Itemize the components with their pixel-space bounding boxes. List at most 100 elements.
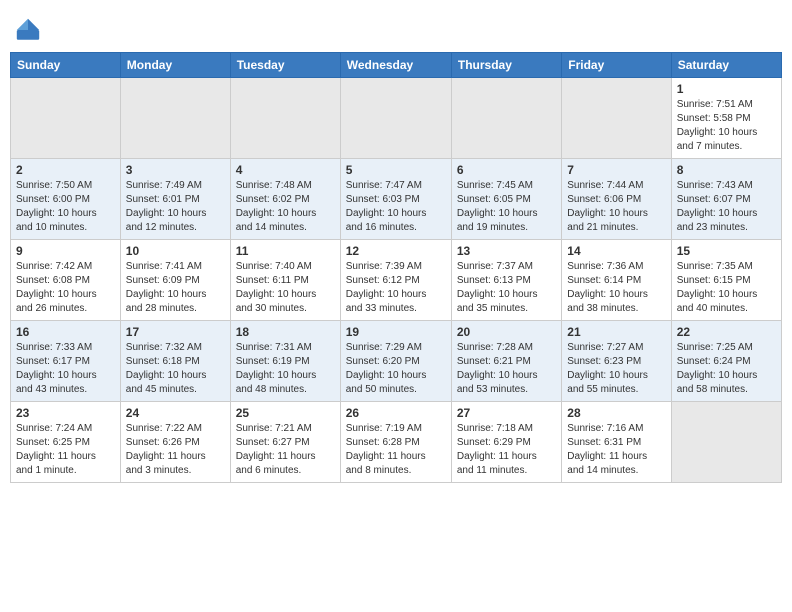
logo bbox=[14, 14, 46, 44]
day-number: 1 bbox=[677, 82, 776, 96]
day-info: Sunrise: 7:43 AM Sunset: 6:07 PM Dayligh… bbox=[677, 179, 776, 235]
day-number: 27 bbox=[457, 406, 556, 420]
calendar-cell: 3 Sunrise: 7:49 AM Sunset: 6:01 PM Daylig… bbox=[120, 159, 230, 240]
week-row: 1 Sunrise: 7:51 AM Sunset: 5:58 PM Daylig… bbox=[11, 78, 782, 159]
day-info: Sunrise: 7:19 AM Sunset: 6:28 PM Dayligh… bbox=[346, 422, 446, 478]
day-info: Sunrise: 7:50 AM Sunset: 6:00 PM Dayligh… bbox=[16, 179, 115, 235]
day-number: 25 bbox=[236, 406, 335, 420]
calendar-cell: 2Sunrise: 7:50 AM Sunset: 6:00 PM Daylig… bbox=[11, 159, 121, 240]
calendar-cell: 4 Sunrise: 7:48 AM Sunset: 6:02 PM Daylig… bbox=[230, 159, 340, 240]
day-info: Sunrise: 7:32 AM Sunset: 6:18 PM Dayligh… bbox=[126, 341, 225, 397]
calendar-cell: 21 Sunrise: 7:27 AM Sunset: 6:23 PM Dayli… bbox=[562, 321, 671, 402]
day-info: Sunrise: 7:36 AM Sunset: 6:14 PM Dayligh… bbox=[567, 260, 665, 316]
calendar-cell bbox=[120, 78, 230, 159]
day-number: 9 bbox=[16, 244, 115, 258]
day-number: 24 bbox=[126, 406, 225, 420]
calendar-cell: 16 Sunrise: 7:33 AM Sunset: 6:17 PM Dayli… bbox=[11, 321, 121, 402]
calendar-cell bbox=[562, 78, 671, 159]
day-number: 22 bbox=[677, 325, 776, 339]
calendar-cell: 27 Sunrise: 7:18 AM Sunset: 6:29 PM Dayli… bbox=[451, 402, 561, 483]
day-number: 3 bbox=[126, 163, 225, 177]
day-header-tuesday: Tuesday bbox=[230, 53, 340, 78]
calendar-cell: 28 Sunrise: 7:16 AM Sunset: 6:31 PM Dayli… bbox=[562, 402, 671, 483]
day-info: Sunrise: 7:31 AM Sunset: 6:19 PM Dayligh… bbox=[236, 341, 335, 397]
day-info: Sunrise: 7:18 AM Sunset: 6:29 PM Dayligh… bbox=[457, 422, 556, 478]
day-info: Sunrise: 7:25 AM Sunset: 6:24 PM Dayligh… bbox=[677, 341, 776, 397]
day-info: Sunrise: 7:37 AM Sunset: 6:13 PM Dayligh… bbox=[457, 260, 556, 316]
calendar-cell: 12 Sunrise: 7:39 AM Sunset: 6:12 PM Dayli… bbox=[340, 240, 451, 321]
calendar-cell: 24Sunrise: 7:22 AM Sunset: 6:26 PM Dayli… bbox=[120, 402, 230, 483]
day-info: Sunrise: 7:44 AM Sunset: 6:06 PM Dayligh… bbox=[567, 179, 665, 235]
day-info: Sunrise: 7:33 AM Sunset: 6:17 PM Dayligh… bbox=[16, 341, 115, 397]
calendar-cell: 5 Sunrise: 7:47 AM Sunset: 6:03 PM Daylig… bbox=[340, 159, 451, 240]
calendar-cell: 10 Sunrise: 7:41 AM Sunset: 6:09 PM Dayli… bbox=[120, 240, 230, 321]
calendar-header-row: SundayMondayTuesdayWednesdayThursdayFrid… bbox=[11, 53, 782, 78]
day-number: 4 bbox=[236, 163, 335, 177]
day-number: 11 bbox=[236, 244, 335, 258]
calendar-cell: 26 Sunrise: 7:19 AM Sunset: 6:28 PM Dayli… bbox=[340, 402, 451, 483]
calendar-cell: 1 Sunrise: 7:51 AM Sunset: 5:58 PM Daylig… bbox=[671, 78, 781, 159]
day-number: 14 bbox=[567, 244, 665, 258]
calendar-cell: 13 Sunrise: 7:37 AM Sunset: 6:13 PM Dayli… bbox=[451, 240, 561, 321]
day-info: Sunrise: 7:35 AM Sunset: 6:15 PM Dayligh… bbox=[677, 260, 776, 316]
calendar-cell: 22 Sunrise: 7:25 AM Sunset: 6:24 PM Dayli… bbox=[671, 321, 781, 402]
day-number: 12 bbox=[346, 244, 446, 258]
day-number: 5 bbox=[346, 163, 446, 177]
calendar-cell: 8 Sunrise: 7:43 AM Sunset: 6:07 PM Daylig… bbox=[671, 159, 781, 240]
day-header-monday: Monday bbox=[120, 53, 230, 78]
day-number: 26 bbox=[346, 406, 446, 420]
day-info: Sunrise: 7:39 AM Sunset: 6:12 PM Dayligh… bbox=[346, 260, 446, 316]
calendar-cell: 18 Sunrise: 7:31 AM Sunset: 6:19 PM Dayli… bbox=[230, 321, 340, 402]
day-number: 10 bbox=[126, 244, 225, 258]
day-info: Sunrise: 7:47 AM Sunset: 6:03 PM Dayligh… bbox=[346, 179, 446, 235]
day-number: 13 bbox=[457, 244, 556, 258]
calendar-cell bbox=[11, 78, 121, 159]
day-info: Sunrise: 7:28 AM Sunset: 6:21 PM Dayligh… bbox=[457, 341, 556, 397]
day-info: Sunrise: 7:42 AM Sunset: 6:08 PM Dayligh… bbox=[16, 260, 115, 316]
day-info: Sunrise: 7:41 AM Sunset: 6:09 PM Dayligh… bbox=[126, 260, 225, 316]
calendar-cell: 14 Sunrise: 7:36 AM Sunset: 6:14 PM Dayli… bbox=[562, 240, 671, 321]
day-number: 16 bbox=[16, 325, 115, 339]
day-number: 17 bbox=[126, 325, 225, 339]
calendar-cell: 19Sunrise: 7:29 AM Sunset: 6:20 PM Dayli… bbox=[340, 321, 451, 402]
calendar-cell: 7 Sunrise: 7:44 AM Sunset: 6:06 PM Daylig… bbox=[562, 159, 671, 240]
day-info: Sunrise: 7:16 AM Sunset: 6:31 PM Dayligh… bbox=[567, 422, 665, 478]
day-header-sunday: Sunday bbox=[11, 53, 121, 78]
day-info: Sunrise: 7:49 AM Sunset: 6:01 PM Dayligh… bbox=[126, 179, 225, 235]
page-header bbox=[10, 10, 782, 44]
week-row: 16 Sunrise: 7:33 AM Sunset: 6:17 PM Dayli… bbox=[11, 321, 782, 402]
day-info: Sunrise: 7:21 AM Sunset: 6:27 PM Dayligh… bbox=[236, 422, 335, 478]
calendar-cell bbox=[451, 78, 561, 159]
day-info: Sunrise: 7:51 AM Sunset: 5:58 PM Dayligh… bbox=[677, 98, 776, 154]
calendar-cell: 15Sunrise: 7:35 AM Sunset: 6:15 PM Dayli… bbox=[671, 240, 781, 321]
day-info: Sunrise: 7:27 AM Sunset: 6:23 PM Dayligh… bbox=[567, 341, 665, 397]
day-info: Sunrise: 7:48 AM Sunset: 6:02 PM Dayligh… bbox=[236, 179, 335, 235]
day-info: Sunrise: 7:29 AM Sunset: 6:20 PM Dayligh… bbox=[346, 341, 446, 397]
calendar-cell: 11 Sunrise: 7:40 AM Sunset: 6:11 PM Dayli… bbox=[230, 240, 340, 321]
calendar-cell: 23Sunrise: 7:24 AM Sunset: 6:25 PM Dayli… bbox=[11, 402, 121, 483]
day-header-saturday: Saturday bbox=[671, 53, 781, 78]
week-row: 2Sunrise: 7:50 AM Sunset: 6:00 PM Daylig… bbox=[11, 159, 782, 240]
day-number: 18 bbox=[236, 325, 335, 339]
calendar-cell bbox=[230, 78, 340, 159]
week-row: 23Sunrise: 7:24 AM Sunset: 6:25 PM Dayli… bbox=[11, 402, 782, 483]
calendar-cell: 20 Sunrise: 7:28 AM Sunset: 6:21 PM Dayli… bbox=[451, 321, 561, 402]
logo-icon bbox=[14, 16, 42, 44]
calendar-cell: 6 Sunrise: 7:45 AM Sunset: 6:05 PM Daylig… bbox=[451, 159, 561, 240]
day-number: 8 bbox=[677, 163, 776, 177]
day-number: 20 bbox=[457, 325, 556, 339]
day-number: 28 bbox=[567, 406, 665, 420]
calendar-cell: 9 Sunrise: 7:42 AM Sunset: 6:08 PM Daylig… bbox=[11, 240, 121, 321]
calendar-cell: 17 Sunrise: 7:32 AM Sunset: 6:18 PM Dayli… bbox=[120, 321, 230, 402]
day-info: Sunrise: 7:45 AM Sunset: 6:05 PM Dayligh… bbox=[457, 179, 556, 235]
day-info: Sunrise: 7:24 AM Sunset: 6:25 PM Dayligh… bbox=[16, 422, 115, 478]
day-header-wednesday: Wednesday bbox=[340, 53, 451, 78]
day-header-thursday: Thursday bbox=[451, 53, 561, 78]
day-info: Sunrise: 7:40 AM Sunset: 6:11 PM Dayligh… bbox=[236, 260, 335, 316]
calendar-cell: 25 Sunrise: 7:21 AM Sunset: 6:27 PM Dayli… bbox=[230, 402, 340, 483]
day-number: 6 bbox=[457, 163, 556, 177]
day-number: 21 bbox=[567, 325, 665, 339]
day-number: 7 bbox=[567, 163, 665, 177]
calendar-table: SundayMondayTuesdayWednesdayThursdayFrid… bbox=[10, 52, 782, 483]
calendar-cell bbox=[340, 78, 451, 159]
